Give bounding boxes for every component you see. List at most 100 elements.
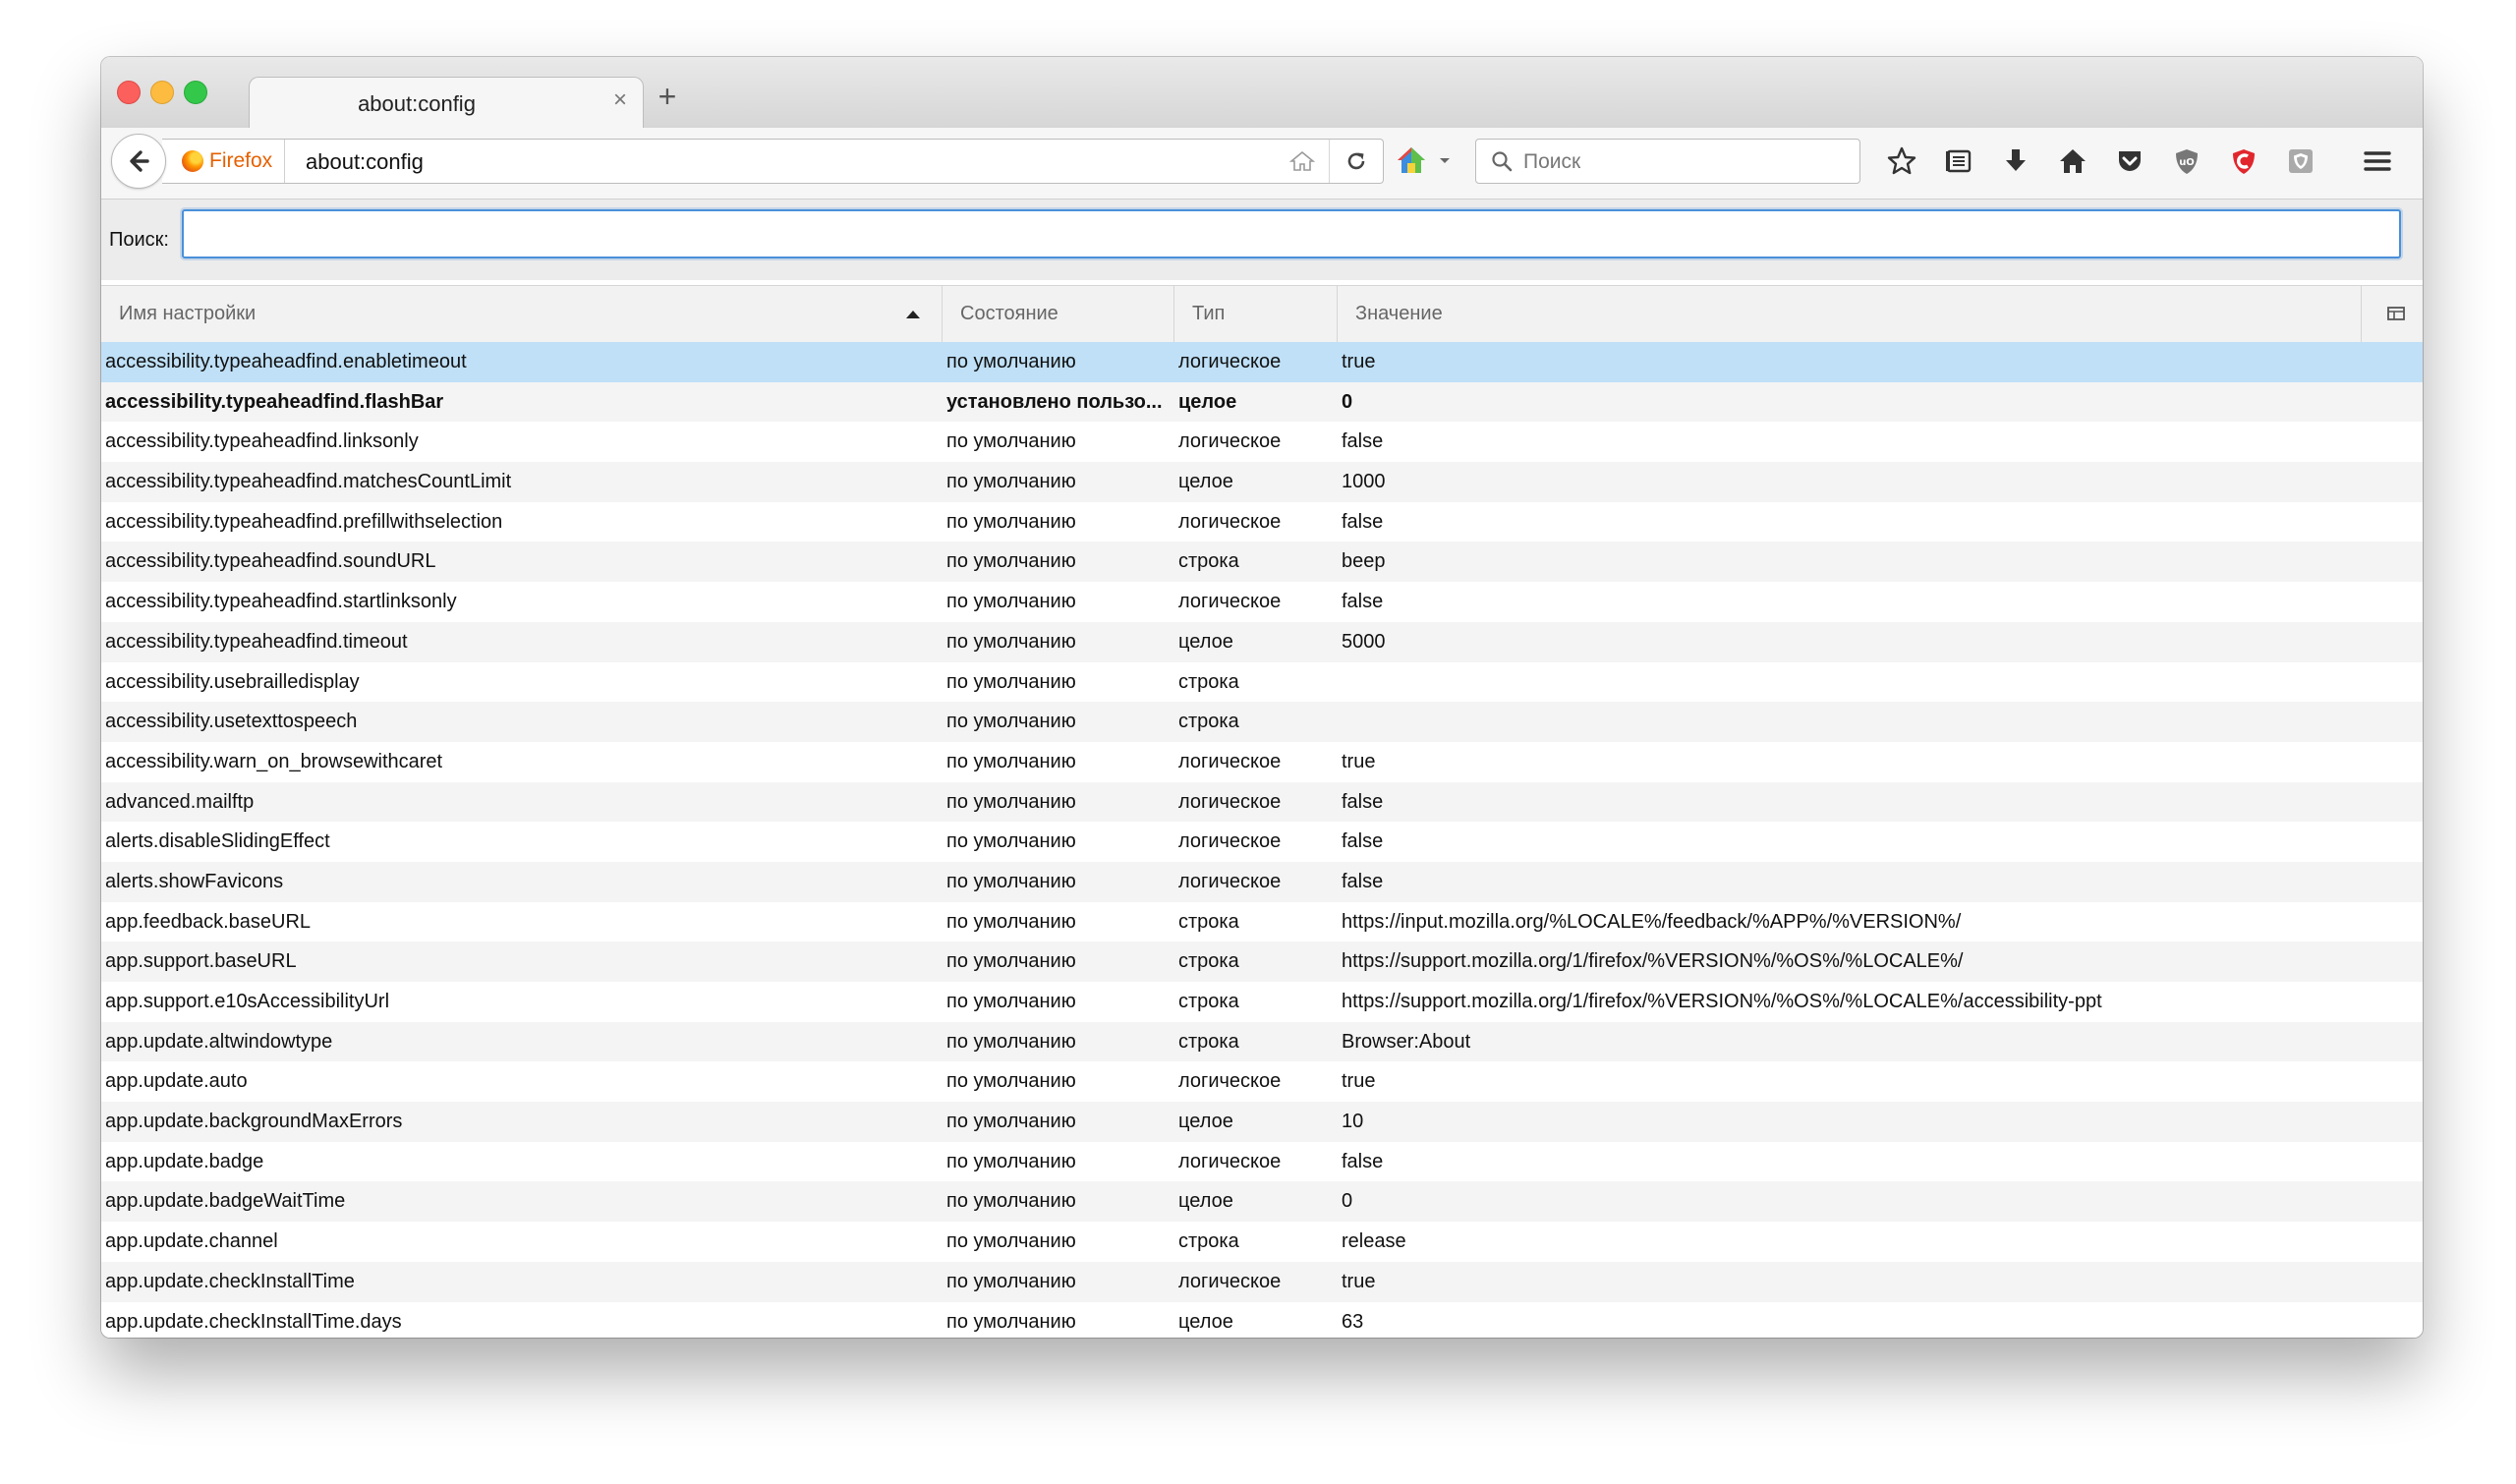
bookmark-star-icon: [1887, 146, 1916, 175]
pref-value-cell: 5000: [1342, 630, 1386, 653]
pref-value-cell: true: [1342, 1270, 1376, 1292]
search-bar[interactable]: Поиск: [1475, 139, 1860, 184]
pref-state-cell: по умолчанию: [946, 1150, 1076, 1172]
table-row[interactable]: app.update.badgeWaitTime по умолчанию цело…: [101, 1181, 2423, 1223]
table-row[interactable]: alerts.showFavicons по умолчанию логическо…: [101, 861, 2423, 902]
pref-value-cell: beep: [1342, 550, 1386, 573]
pref-state-cell: по умолчанию: [946, 471, 1076, 493]
table-row[interactable]: accessibility.typeaheadfind.matchesCount…: [101, 462, 2423, 502]
pref-state-cell: по умолчанию: [946, 670, 1076, 693]
table-row[interactable]: alerts.disableSlidingEffect по умолчанию л…: [101, 822, 2423, 862]
bookmark-star-button[interactable]: [1882, 142, 1921, 181]
identity-box[interactable]: Firefox: [182, 140, 286, 183]
close-window-button[interactable]: [117, 81, 141, 104]
table-row[interactable]: accessibility.typeaheadfind.timeout по ум…: [101, 621, 2423, 662]
about-config-page: Поиск: Имя настройки Состояние Тип Значе…: [101, 200, 2423, 1338]
scrollbar[interactable]: [2421, 342, 2423, 1338]
home-button[interactable]: [2053, 142, 2092, 181]
pref-name-cell: accessibility.usebrailledisplay: [105, 670, 360, 693]
home-button-group[interactable]: [1395, 139, 1459, 182]
table-row[interactable]: app.support.baseURL по умолчанию строка htt…: [101, 942, 2423, 982]
table-row[interactable]: app.support.e10sAccessibilityUrl по умолч…: [101, 982, 2423, 1022]
column-header-label: Тип: [1192, 303, 1226, 324]
table-row[interactable]: app.update.badge по умолчанию логическое fa…: [101, 1142, 2423, 1182]
pref-name-cell: accessibility.typeaheadfind.matchesCount…: [105, 471, 512, 493]
reload-icon[interactable]: [1329, 140, 1383, 183]
pref-name-cell: app.update.badge: [105, 1150, 264, 1172]
pref-state-cell: по умолчанию: [946, 1230, 1076, 1253]
home-page-icon[interactable]: [1276, 140, 1329, 183]
pref-name-cell: accessibility.typeaheadfind.flashBar: [105, 390, 444, 413]
table-row[interactable]: accessibility.warn_on_browsewithcaret по …: [101, 742, 2423, 782]
pref-value-cell: [1342, 702, 2403, 742]
table-row[interactable]: app.feedback.baseURL по умолчанию строка ht…: [101, 902, 2423, 942]
new-tab-button[interactable]: +: [650, 79, 685, 114]
filter-input[interactable]: [182, 209, 2401, 258]
filter-label: Поиск:: [109, 229, 169, 251]
url-text[interactable]: about:config: [306, 149, 424, 175]
table-row[interactable]: app.update.checkInstallTime по умолчанию л…: [101, 1261, 2423, 1302]
table-row[interactable]: accessibility.typeaheadfind.startlinkson…: [101, 582, 2423, 622]
table-row[interactable]: accessibility.typeaheadfind.prefillwiths…: [101, 502, 2423, 542]
pref-type-cell: строка: [1178, 991, 1239, 1012]
pref-name-cell: app.update.checkInstallTime.days: [105, 1310, 402, 1333]
pref-state-cell: по умолчанию: [946, 711, 1076, 733]
table-row[interactable]: accessibility.typeaheadfind.soundURL по у…: [101, 542, 2423, 583]
column-header-value[interactable]: Значение: [1338, 286, 2362, 342]
pref-name-cell: accessibility.warn_on_browsewithcaret: [105, 750, 443, 772]
preferences-list: accessibility.typeaheadfind.enabletimeou…: [101, 342, 2423, 1338]
pref-value-cell: true: [1342, 351, 1376, 372]
pref-state-cell: по умолчанию: [946, 950, 1076, 973]
privacy-shield-button[interactable]: [2281, 142, 2320, 181]
table-row[interactable]: accessibility.typeaheadfind.flashBar уста…: [101, 381, 2423, 423]
back-button[interactable]: [111, 134, 166, 189]
ublock-icon: uO: [2176, 149, 2198, 174]
pref-type-cell: строка: [1178, 550, 1239, 573]
pref-value-cell: 0: [1342, 1190, 1353, 1213]
reading-list-icon: [1946, 149, 1972, 173]
tab-close-icon[interactable]: ×: [607, 87, 633, 113]
pref-value-cell: 63: [1342, 1310, 1364, 1333]
table-row[interactable]: accessibility.usetexttospeech по умолчани…: [101, 702, 2423, 742]
table-row[interactable]: app.update.channel по умолчанию строка rele…: [101, 1222, 2423, 1262]
table-row[interactable]: app.update.checkInstallTime.days по умолч…: [101, 1302, 2423, 1339]
table-row[interactable]: app.update.auto по умолчанию логическое tru…: [101, 1061, 2423, 1102]
column-header-type[interactable]: Тип: [1174, 286, 1338, 342]
pref-name-cell: accessibility.typeaheadfind.timeout: [105, 630, 408, 653]
pref-name-cell: app.support.baseURL: [105, 950, 297, 973]
search-icon: [1492, 151, 1513, 172]
url-bar[interactable]: Firefox about:config: [162, 139, 1384, 184]
reading-list-button[interactable]: [1939, 142, 1978, 181]
sort-ascending-icon: [906, 311, 920, 318]
pref-type-cell: строка: [1178, 910, 1239, 933]
ublock-button[interactable]: uO: [2167, 142, 2206, 181]
column-picker-button[interactable]: [2383, 302, 2409, 327]
column-header-state[interactable]: Состояние: [943, 286, 1174, 342]
table-row[interactable]: accessibility.usebrailledisplay по умолча…: [101, 662, 2423, 703]
pref-name-cell: accessibility.typeaheadfind.startlinkson…: [105, 591, 457, 613]
back-icon: [130, 150, 149, 172]
pref-name-cell: app.update.backgroundMaxErrors: [105, 1111, 403, 1133]
pref-state-cell: по умолчанию: [946, 1070, 1076, 1093]
pref-type-cell: целое: [1178, 471, 1233, 493]
column-header-name[interactable]: Имя настройки: [101, 286, 943, 342]
downloads-button[interactable]: [1996, 142, 2035, 181]
search-placeholder: Поиск: [1523, 150, 1581, 173]
pref-type-cell: логическое: [1178, 790, 1282, 813]
pocket-button[interactable]: [2110, 142, 2149, 181]
table-row[interactable]: advanced.mailftp по умолчанию логическое fa…: [101, 781, 2423, 823]
pref-type-cell: целое: [1178, 1310, 1233, 1333]
table-row[interactable]: accessibility.typeaheadfind.enabletimeou…: [101, 342, 2423, 382]
browser-window: about:config × + Firefox about:config По…: [101, 57, 2423, 1338]
table-row[interactable]: app.update.backgroundMaxErrors по умолчан…: [101, 1102, 2423, 1142]
pref-name-cell: app.update.channel: [105, 1230, 278, 1253]
zoom-window-button[interactable]: [184, 81, 207, 104]
menu-button[interactable]: [2358, 142, 2397, 181]
table-row[interactable]: app.update.altwindowtype по умолчанию стро…: [101, 1021, 2423, 1062]
pref-type-cell: строка: [1178, 1230, 1239, 1253]
table-row[interactable]: accessibility.typeaheadfind.linksonly по …: [101, 422, 2423, 462]
adblock-button[interactable]: [2224, 142, 2263, 181]
table-header: Имя настройки Состояние Тип Значение: [101, 285, 2423, 343]
minimize-window-button[interactable]: [150, 81, 174, 104]
tab-about-config[interactable]: about:config ×: [249, 77, 644, 129]
